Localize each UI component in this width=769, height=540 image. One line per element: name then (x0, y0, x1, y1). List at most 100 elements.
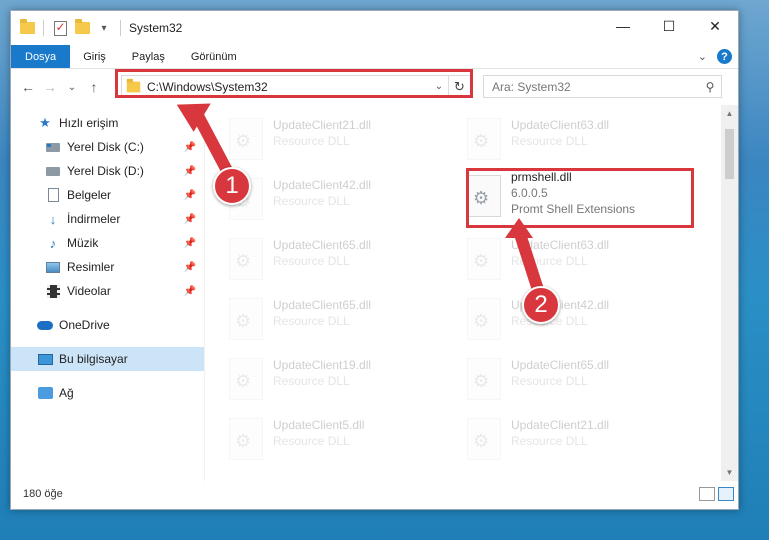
address-dropdown-icon[interactable]: ⌄ (430, 81, 448, 92)
tab-share[interactable]: Paylaş (119, 45, 178, 68)
file-name: UpdateClient63.dll (511, 238, 610, 252)
back-button[interactable]: ← (17, 79, 39, 95)
file-type: Resource DLL (273, 134, 350, 148)
file-item[interactable]: UpdateClient21.dll Resource DLL (225, 109, 453, 169)
tab-file[interactable]: Dosya (11, 45, 71, 68)
file-item[interactable]: UpdateClient5.dll Resource DLL (225, 409, 453, 469)
scroll-up-icon[interactable]: ▲ (721, 105, 738, 122)
file-list: UpdateClient21.dll Resource DLL UpdateCli… (205, 105, 738, 481)
minimize-button[interactable]: — (600, 11, 646, 41)
refresh-button[interactable]: ↻ (448, 76, 470, 97)
view-toggle (699, 487, 734, 501)
pin-icon[interactable]: 📌 (184, 214, 196, 225)
file-type: Resource DLL (511, 374, 588, 388)
file-type: Resource DLL (273, 434, 350, 448)
file-type: Resource DLL (511, 434, 588, 448)
file-item[interactable]: UpdateClient63.dll Resource DLL (463, 109, 691, 169)
sidebar-item-network[interactable]: Ağ (11, 381, 204, 405)
sidebar-item-label: İndirmeler (67, 212, 121, 226)
step-2-badge: 2 (522, 286, 560, 324)
address-path[interactable]: C:\Windows\System32 (147, 80, 430, 94)
file-type: Resource DLL (273, 254, 350, 268)
sidebar-item-label: Yerel Disk (C:) (67, 140, 144, 154)
sidebar-item-label: Ağ (59, 386, 74, 400)
pictures-icon (45, 260, 61, 274)
help-icon[interactable]: ? (717, 49, 732, 64)
scroll-thumb[interactable] (725, 129, 734, 179)
details-view-icon[interactable] (699, 487, 715, 501)
file-item[interactable]: UpdateClient42.dllResource DLL (463, 289, 691, 349)
file-name: UpdateClient19.dll (273, 358, 372, 372)
sidebar-item-label: Müzik (67, 236, 99, 250)
star-icon: ★ (39, 115, 51, 130)
file-item-prmshell[interactable]: prmshell.dll 6.0.0.5 Promt Shell Extensi… (463, 165, 691, 229)
dll-file-icon (229, 238, 263, 280)
pin-icon[interactable]: 📌 (184, 142, 196, 153)
sidebar-item-onedrive[interactable]: OneDrive (11, 313, 204, 337)
properties-icon[interactable] (52, 20, 68, 36)
sidebar-item-music[interactable]: ♪ Müzik 📌 (11, 231, 204, 255)
navigation-bar: ← → ⌄ ↑ C:\Windows\System32 ⌄ ↻ ⚲ (11, 69, 738, 105)
file-name: UpdateClient5.dll (273, 418, 365, 432)
customize-toolbar-icon[interactable]: ▾ (96, 20, 112, 36)
sidebar-item-downloads[interactable]: ↓ İndirmeler 📌 (11, 207, 204, 231)
forward-button[interactable]: → (39, 79, 61, 95)
file-type: Resource DLL (273, 314, 350, 328)
file-item[interactable]: UpdateClient65.dll Resource DLL (463, 349, 691, 409)
dll-file-icon (467, 238, 501, 280)
file-name: UpdateClient42.dll (273, 178, 372, 192)
file-item[interactable]: UpdateClient65.dll Resource DLL (225, 289, 453, 349)
explorer-window: ▾ System32 — ☐ ✕ Dosya Giriş Paylaş Görü… (10, 10, 739, 510)
search-box[interactable]: ⚲ (483, 75, 722, 98)
content-area: ★ Hızlı erişim Yerel Disk (C:) 📌 Yerel D… (11, 105, 738, 481)
file-name: UpdateClient65.dll (511, 358, 610, 372)
file-item[interactable]: UpdateClient19.dll Resource DLL (225, 349, 453, 409)
up-button[interactable]: ↑ (83, 79, 105, 95)
network-icon (37, 386, 53, 400)
sidebar-item-drive-c[interactable]: Yerel Disk (C:) 📌 (11, 135, 204, 159)
tab-view[interactable]: Görünüm (178, 45, 250, 68)
file-item[interactable]: UpdateClient65.dll Resource DLL (225, 229, 453, 289)
pin-icon[interactable]: 📌 (184, 238, 196, 249)
pin-icon[interactable]: 📌 (184, 262, 196, 273)
tab-home[interactable]: Giriş (70, 45, 119, 68)
file-description: Promt Shell Extensions (511, 202, 636, 216)
new-folder-icon[interactable] (74, 19, 90, 36)
recent-locations-button[interactable]: ⌄ (61, 82, 83, 93)
sidebar-item-drive-d[interactable]: Yerel Disk (D:) 📌 (11, 159, 204, 183)
drive-c-icon (45, 140, 61, 154)
videos-icon (45, 284, 61, 298)
maximize-button[interactable]: ☐ (646, 11, 692, 41)
dll-file-icon (467, 175, 501, 217)
dll-file-icon (467, 298, 501, 340)
dll-file-icon (229, 298, 263, 340)
file-item[interactable]: UpdateClient42.dllResource DLL (225, 169, 453, 229)
pin-icon[interactable]: 📌 (184, 166, 196, 177)
pin-icon[interactable]: 📌 (184, 190, 196, 201)
address-bar[interactable]: C:\Windows\System32 ⌄ ↻ (121, 75, 471, 98)
pin-icon[interactable]: 📌 (184, 286, 196, 297)
dll-file-icon (467, 118, 501, 160)
expand-ribbon-icon[interactable]: ⌄ (698, 50, 707, 63)
tiles-view-icon[interactable] (718, 487, 734, 501)
sidebar-item-quick-access[interactable]: ★ Hızlı erişim (11, 111, 204, 135)
sidebar-item-label: Belgeler (67, 188, 112, 202)
sidebar-item-videos[interactable]: Videolar 📌 (11, 279, 204, 303)
sidebar-item-this-pc[interactable]: Bu bilgisayar (11, 347, 204, 371)
search-icon[interactable]: ⚲ (699, 80, 721, 94)
close-button[interactable]: ✕ (692, 11, 738, 41)
file-name: UpdateClient21.dll (273, 118, 372, 132)
file-type: Resource DLL (511, 134, 588, 148)
quick-access-toolbar: ▾ (11, 19, 123, 36)
file-item[interactable]: UpdateClient63.dll Resource DLL (463, 229, 691, 289)
sidebar-item-label: Yerel Disk (D:) (67, 164, 144, 178)
file-version: 6.0.0.5 (511, 186, 548, 200)
sidebar-item-documents[interactable]: Belgeler 📌 (11, 183, 204, 207)
sidebar-item-label: Hızlı erişim (59, 116, 119, 130)
sidebar-item-pictures[interactable]: Resimler 📌 (11, 255, 204, 279)
search-input[interactable] (484, 79, 699, 94)
vertical-scrollbar[interactable]: ▲ ▼ (721, 105, 738, 481)
file-type: Resource DLL (273, 374, 350, 388)
file-item[interactable]: UpdateClient21.dll Resource DLL (463, 409, 691, 469)
divider (43, 20, 44, 36)
